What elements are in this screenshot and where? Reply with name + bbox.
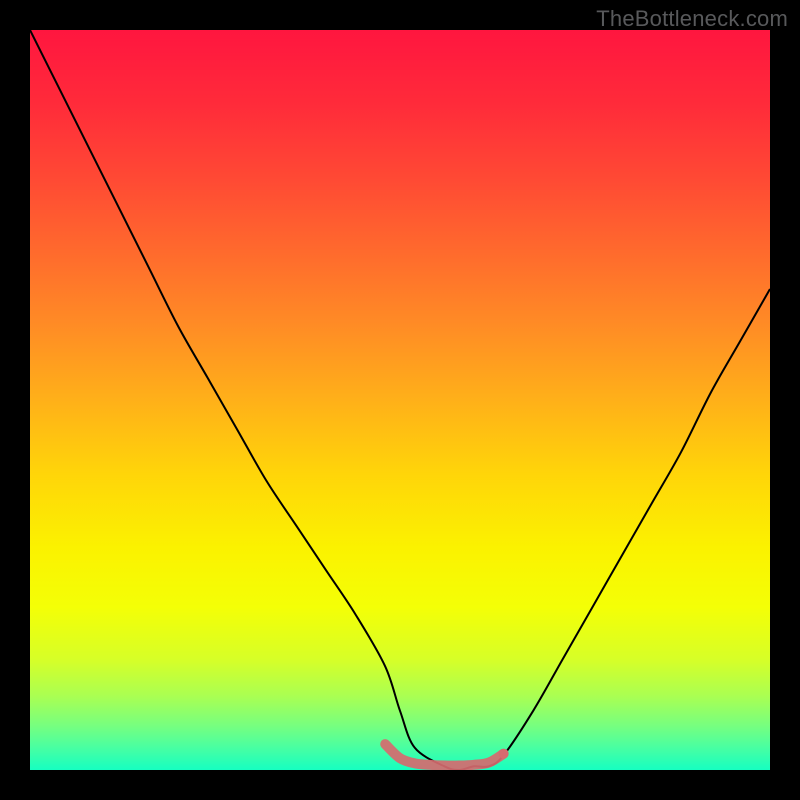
gradient-background bbox=[30, 30, 770, 770]
markers-group bbox=[499, 749, 509, 759]
watermark-text: TheBottleneck.com bbox=[596, 6, 788, 32]
chart-container: TheBottleneck.com bbox=[0, 0, 800, 800]
chart-svg bbox=[30, 30, 770, 770]
marker-dot bbox=[499, 749, 509, 759]
plot-area bbox=[30, 30, 770, 770]
